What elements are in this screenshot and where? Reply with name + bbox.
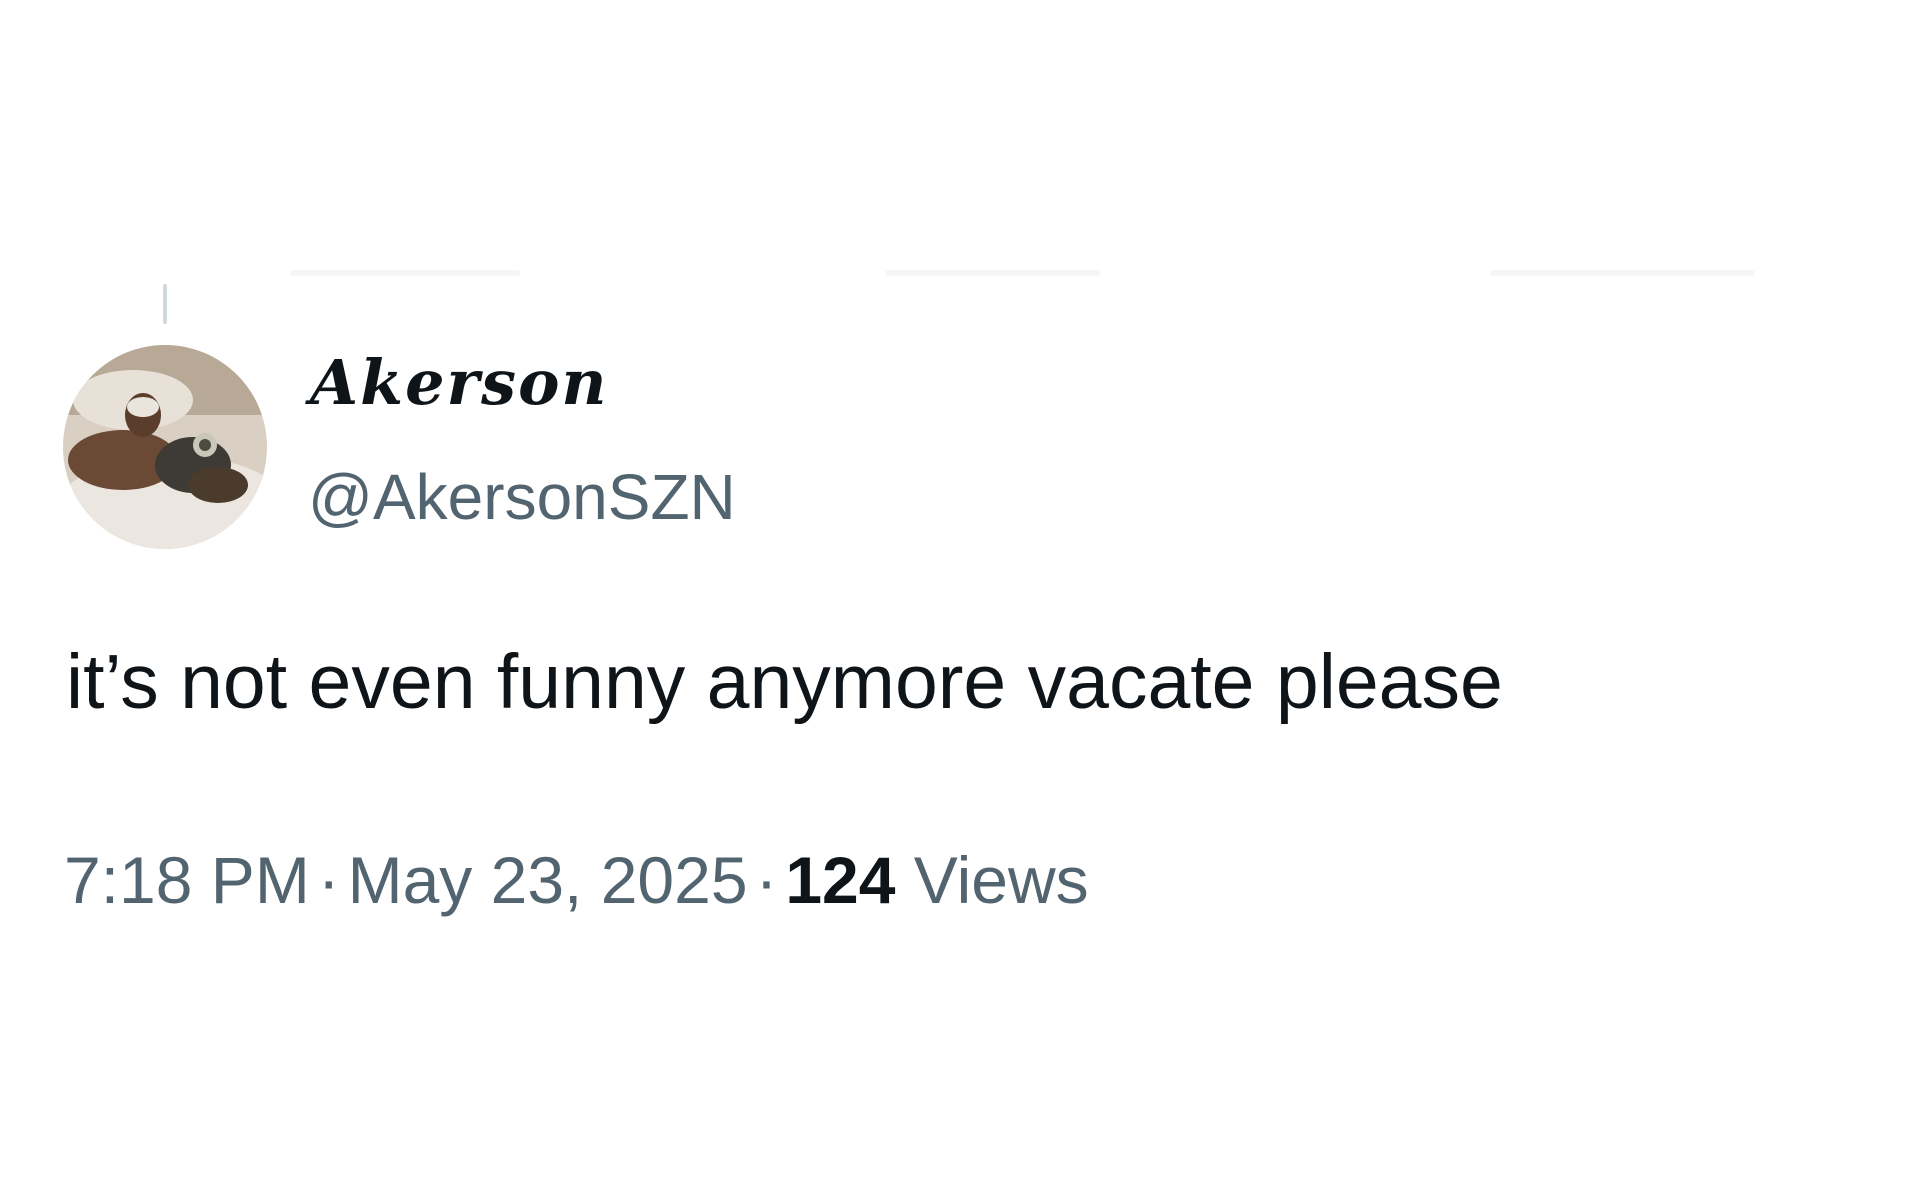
faded-divider: [290, 270, 520, 276]
tweet-time[interactable]: 7:18 PM: [64, 843, 310, 917]
meta-separator: ·: [317, 843, 340, 917]
faded-divider: [1490, 270, 1755, 276]
avatar[interactable]: [63, 345, 267, 549]
tweet-text: it’s not even funny anymore vacate pleas…: [66, 639, 1503, 725]
views-label: Views: [913, 843, 1089, 917]
thread-connector-line: [163, 284, 167, 324]
meta-separator: ·: [755, 843, 778, 917]
faded-divider: [885, 270, 1100, 276]
author-handle[interactable]: @AkersonSZN: [308, 465, 736, 529]
author-display-name[interactable]: Akerson: [310, 352, 609, 414]
tweet-meta: 7:18 PM · May 23, 2025 · 124 Views: [64, 847, 1089, 913]
views-count: 124: [785, 843, 896, 917]
tweet-date[interactable]: May 23, 2025: [348, 843, 748, 917]
profile-photo-avatar-icon: [63, 345, 267, 549]
